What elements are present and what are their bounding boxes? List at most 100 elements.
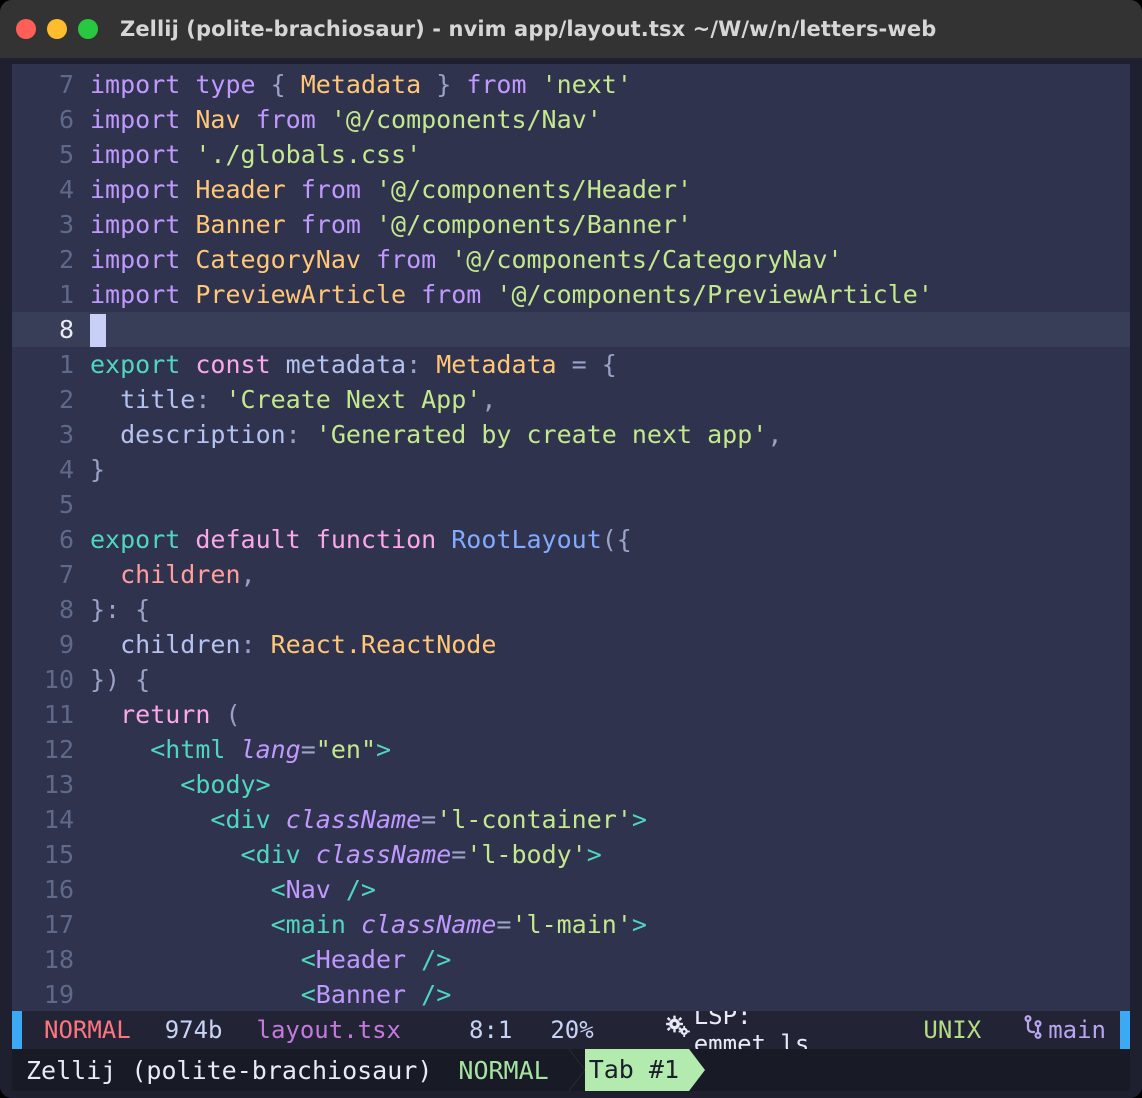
line-number: 16: [12, 872, 90, 907]
code-token: '@/components/Nav': [331, 105, 602, 134]
code-line-text: export default function RootLayout({: [90, 522, 632, 557]
zellij-statusbar: Zellij (polite-brachiosaur) NORMAL Tab #…: [12, 1049, 1130, 1091]
code-line[interactable]: 17 <main className='l-main'>: [12, 907, 1130, 942]
code-token: import: [90, 175, 195, 204]
code-line[interactable]: 9 children: React.ReactNode: [12, 627, 1130, 662]
code-line-text: import CategoryNav from '@/components/Ca…: [90, 242, 843, 277]
code-token: RootLayout: [451, 525, 602, 554]
line-number: 6: [12, 522, 90, 557]
code-token: export: [90, 525, 195, 554]
code-token: =: [301, 735, 316, 764]
code-token: className: [316, 840, 451, 869]
code-line[interactable]: 5import './globals.css': [12, 137, 1130, 172]
statusline-git-branch[interactable]: main: [1021, 1015, 1106, 1045]
close-button[interactable]: [16, 19, 36, 39]
code-token: Banner: [195, 210, 285, 239]
window-titlebar: Zellij (polite-brachiosaur) - nvim app/l…: [0, 0, 1142, 58]
maximize-button[interactable]: [78, 19, 98, 39]
line-number: 12: [12, 732, 90, 767]
nvim-statusline: NORMAL 974b layout.tsx 8:1 20%: [12, 1011, 1130, 1049]
code-token: 'l-body': [466, 840, 586, 869]
code-line[interactable]: 8: [12, 312, 1130, 347]
line-number: 4: [12, 172, 90, 207]
code-line[interactable]: 18 <Header />: [12, 942, 1130, 977]
code-line[interactable]: 16 <Nav />: [12, 872, 1130, 907]
code-line[interactable]: 3import Banner from '@/components/Banner…: [12, 207, 1130, 242]
code-token: const: [195, 350, 285, 379]
code-token: =: [451, 840, 466, 869]
code-token: >: [376, 735, 391, 764]
code-line-text: description: 'Generated by create next a…: [90, 417, 782, 452]
code-line[interactable]: 6export default function RootLayout({: [12, 522, 1130, 557]
terminal-window: Zellij (polite-brachiosaur) - nvim app/l…: [0, 0, 1142, 1098]
code-line[interactable]: 2import CategoryNav from '@/components/C…: [12, 242, 1130, 277]
line-number: 6: [12, 102, 90, 137]
code-token: from: [406, 280, 496, 309]
code-token: ,: [481, 385, 496, 414]
line-number: 9: [12, 627, 90, 662]
code-line-text: [90, 312, 106, 348]
statusline-mode: NORMAL: [44, 1016, 131, 1044]
line-number: 8: [12, 592, 90, 627]
statusline-filename: layout.tsx: [257, 1016, 402, 1044]
code-line[interactable]: 4import Header from '@/components/Header…: [12, 172, 1130, 207]
code-line[interactable]: 6import Nav from '@/components/Nav': [12, 102, 1130, 137]
code-line[interactable]: 5: [12, 487, 1130, 522]
code-token: 'next': [542, 70, 632, 99]
code-line[interactable]: 7import type { Metadata } from 'next': [12, 67, 1130, 102]
minimize-button[interactable]: [47, 19, 67, 39]
code-token: from: [451, 70, 541, 99]
code-token: <: [90, 980, 316, 1009]
statusline-lsp[interactable]: LSP: emmet_ls: [666, 1011, 868, 1049]
code-line[interactable]: 3 description: 'Generated by create next…: [12, 417, 1130, 452]
statusline-filesize: 974b: [165, 1016, 223, 1044]
code-token: children: [90, 630, 241, 659]
code-line-text: export const metadata: Metadata = {: [90, 347, 617, 382]
code-token: {: [602, 350, 617, 379]
line-number: 5: [12, 137, 90, 172]
line-number: 10: [12, 662, 90, 697]
code-line[interactable]: 19 <Banner />: [12, 977, 1130, 1011]
statusline-lsp-label: LSP: emmet_ls: [694, 1011, 868, 1049]
code-buffer[interactable]: 7import type { Metadata } from 'next'6im…: [12, 64, 1130, 1011]
line-number: 2: [12, 242, 90, 277]
code-token: 'l-container': [436, 805, 632, 834]
code-line[interactable]: 12 <html lang="en">: [12, 732, 1130, 767]
code-token: />: [331, 875, 376, 904]
statusline-cursor-position: 8:1: [469, 1016, 512, 1044]
code-line[interactable]: 2 title: 'Create Next App',: [12, 382, 1130, 417]
code-line[interactable]: 10}) {: [12, 662, 1130, 697]
code-token: '@/components/Banner': [376, 210, 692, 239]
code-token: metadata: [286, 350, 406, 379]
code-token: <html: [90, 735, 241, 764]
code-line[interactable]: 1import PreviewArticle from '@/component…: [12, 277, 1130, 312]
code-token: =: [557, 350, 602, 379]
code-line[interactable]: 8}: {: [12, 592, 1130, 627]
code-token: }: [421, 70, 451, 99]
code-line[interactable]: 4}: [12, 452, 1130, 487]
code-line[interactable]: 15 <div className='l-body'>: [12, 837, 1130, 872]
code-token: '@/components/Header': [376, 175, 692, 204]
line-number: 11: [12, 697, 90, 732]
code-token: {: [271, 70, 301, 99]
line-number: 7: [12, 557, 90, 592]
statusline-branch-name: main: [1048, 1016, 1106, 1044]
code-line[interactable]: 11 return (: [12, 697, 1130, 732]
zellij-tab-left-notch: [569, 1049, 585, 1091]
code-token: 'l-main': [511, 910, 631, 939]
line-number: 14: [12, 802, 90, 837]
window-title: Zellij (polite-brachiosaur) - nvim app/l…: [120, 17, 936, 41]
code-line-text: children: React.ReactNode: [90, 627, 496, 662]
code-token: from: [241, 105, 331, 134]
code-line-text: return (: [90, 697, 241, 732]
code-token: :: [406, 350, 436, 379]
code-line[interactable]: 1export const metadata: Metadata = {: [12, 347, 1130, 382]
code-token: import: [90, 210, 195, 239]
code-line[interactable]: 14 <div className='l-container'>: [12, 802, 1130, 837]
nvim-editor-pane[interactable]: 7import type { Metadata } from 'next'6im…: [12, 64, 1130, 1011]
code-line-text: <html lang="en">: [90, 732, 391, 767]
code-line[interactable]: 13 <body>: [12, 767, 1130, 802]
code-line-text: <div className='l-container'>: [90, 802, 647, 837]
code-line[interactable]: 7 children,: [12, 557, 1130, 592]
zellij-tab-1[interactable]: Tab #1: [569, 1049, 705, 1091]
